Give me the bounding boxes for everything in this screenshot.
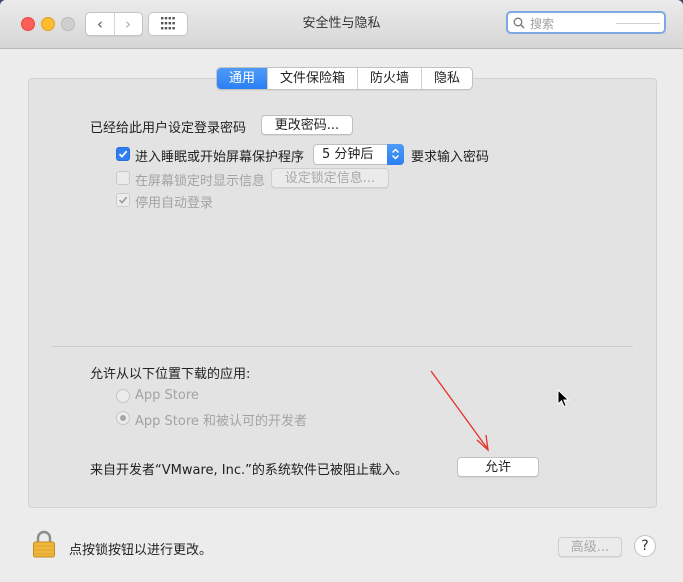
- password-delay-popup[interactable]: 5 分钟后: [313, 144, 404, 165]
- blocked-software-message: 来自开发者“VMware, Inc.”的系统软件已被阻止载入。: [90, 463, 408, 478]
- tab-firewall[interactable]: 防火墙: [357, 68, 421, 89]
- back-button[interactable]: ‹: [86, 13, 115, 35]
- tab-general[interactable]: 通用: [217, 68, 268, 89]
- help-button[interactable]: ?: [634, 535, 656, 557]
- show-all-button[interactable]: [148, 12, 188, 36]
- zoom-window-button[interactable]: [61, 17, 75, 31]
- change-password-button[interactable]: 更改密码...: [261, 115, 353, 135]
- minimize-window-button[interactable]: [41, 17, 55, 31]
- disable-auto-login-checkbox[interactable]: [116, 193, 130, 207]
- checkmark-icon: [118, 196, 128, 204]
- lock-icon[interactable]: [32, 530, 56, 558]
- radio-app-store-identified[interactable]: [116, 411, 130, 425]
- mouse-pointer-icon: [557, 389, 570, 408]
- close-window-button[interactable]: [21, 17, 35, 31]
- navigation-control: ‹ ›: [85, 12, 143, 36]
- radio-app-store-label: App Store: [135, 388, 199, 403]
- radio-app-store[interactable]: [116, 389, 130, 403]
- show-message-label: 在屏幕锁定时显示信息: [135, 174, 266, 189]
- tab-filevault[interactable]: 文件保险箱: [267, 68, 357, 89]
- radio-app-store-identified-label: App Store 和被认可的开发者: [135, 414, 308, 429]
- chevron-updown-icon: [391, 148, 400, 160]
- allow-button[interactable]: 允许: [457, 457, 539, 477]
- tab-privacy[interactable]: 隐私: [421, 68, 472, 89]
- require-password-label: 进入睡眠或开始屏幕保护程序: [135, 150, 305, 165]
- popup-stepper: [387, 144, 404, 165]
- title-bar: ‹ › 安全性与隐私: [0, 0, 683, 49]
- preferences-window: ‹ › 安全性与隐私 通用 文件保险箱 防火墙: [0, 0, 683, 582]
- require-password-checkbox[interactable]: [116, 147, 130, 161]
- search-input[interactable]: [528, 14, 622, 33]
- password-set-label: 已经给此用户设定登录密码: [90, 121, 247, 136]
- downloads-heading: 允许从以下位置下载的应用:: [90, 367, 251, 382]
- section-divider: [52, 346, 633, 347]
- grid-icon: [161, 17, 175, 30]
- search-field[interactable]: [506, 11, 666, 34]
- tab-bar: 通用 文件保险箱 防火墙 隐私: [216, 67, 474, 90]
- show-message-checkbox[interactable]: [116, 171, 130, 185]
- content-panel: [28, 78, 657, 508]
- search-icon: [513, 17, 525, 29]
- require-password-suffix: 要求输入密码: [411, 150, 490, 165]
- set-lock-message-button[interactable]: 设定锁定信息...: [271, 168, 389, 188]
- lock-message: 点按锁按钮以进行更改。: [69, 543, 213, 558]
- checkmark-icon: [118, 150, 128, 158]
- advanced-button[interactable]: 高级...: [558, 537, 622, 557]
- disable-auto-login-label: 停用自动登录: [135, 196, 214, 211]
- password-delay-value: 5 分钟后: [322, 147, 374, 162]
- forward-button[interactable]: ›: [114, 13, 142, 35]
